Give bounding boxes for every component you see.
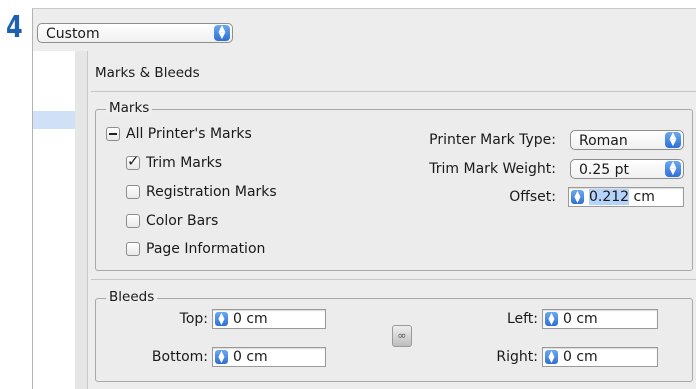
marks-group-label: Marks bbox=[106, 100, 153, 116]
trim-marks-label: Trim Marks bbox=[146, 155, 223, 171]
group-divider bbox=[91, 279, 696, 280]
stepper-arrows-icon[interactable]: ▲ ▼ bbox=[545, 312, 558, 326]
unchecked-box-icon bbox=[126, 214, 140, 228]
trim-mark-weight-popup[interactable]: 0.25 pt ▲ ▼ bbox=[570, 159, 684, 179]
chain-link-icon[interactable]: ∞ bbox=[392, 325, 412, 347]
offset-value: 0.212 bbox=[589, 189, 630, 205]
color-bars-label: Color Bars bbox=[146, 213, 219, 229]
all-printers-marks-label: All Printer's Marks bbox=[126, 126, 252, 142]
bleed-right-label: Right: bbox=[496, 349, 538, 365]
offset-field[interactable]: ▲ ▼ 0.212 cm bbox=[568, 187, 684, 207]
title-divider bbox=[91, 91, 696, 92]
popup-arrows-icon: ▲ ▼ bbox=[665, 132, 681, 148]
printer-mark-type-label: Printer Mark Type: bbox=[429, 132, 556, 148]
all-printers-marks-checkbox[interactable]: All Printer's Marks bbox=[106, 126, 252, 142]
bleed-top-field[interactable]: ▲ ▼ 0 cm bbox=[212, 309, 326, 329]
page-information-label: Page Information bbox=[146, 241, 266, 257]
bleed-top-value: 0 cm bbox=[233, 311, 268, 327]
bleeds-group-label: Bleeds bbox=[106, 289, 158, 305]
printer-mark-type-value: Roman bbox=[579, 133, 628, 149]
trim-mark-weight-value: 0.25 pt bbox=[579, 162, 629, 178]
popup-arrows-icon: ▲ ▼ bbox=[665, 161, 681, 177]
marks-and-bleeds-panel: Marks & Bleeds Marks All Printer's Marks… bbox=[91, 51, 696, 389]
bleed-bottom-field[interactable]: ▲ ▼ 0 cm bbox=[212, 347, 326, 367]
print-dialog: Custom ▲ ▼ Marks & Bleeds Marks All Print… bbox=[32, 8, 696, 389]
bleed-left-field[interactable]: ▲ ▼ 0 cm bbox=[542, 309, 658, 329]
preset-popup[interactable]: Custom ▲ ▼ bbox=[37, 23, 233, 43]
mixed-state-icon bbox=[106, 127, 120, 141]
bleeds-group: Bleeds Top: ▲ ▼ 0 cm Bottom: ▲ ▼ 0 cm ∞ Le… bbox=[95, 289, 693, 382]
checkmark-icon bbox=[126, 153, 140, 170]
trim-marks-checkbox[interactable]: Trim Marks bbox=[126, 153, 223, 171]
panel-title: Marks & Bleeds bbox=[95, 65, 200, 81]
registration-marks-label: Registration Marks bbox=[146, 184, 277, 200]
step-number: 4 bbox=[6, 10, 23, 45]
trim-mark-weight-label: Trim Mark Weight: bbox=[429, 161, 556, 177]
bleed-left-value: 0 cm bbox=[563, 311, 598, 327]
bleed-top-label: Top: bbox=[179, 311, 208, 327]
selected-category-row[interactable] bbox=[33, 111, 75, 129]
category-list bbox=[33, 51, 88, 389]
unchecked-box-icon bbox=[126, 242, 140, 256]
offset-unit: cm bbox=[629, 189, 655, 205]
popup-arrows-icon: ▲ ▼ bbox=[214, 25, 230, 41]
bleed-left-label: Left: bbox=[506, 311, 538, 327]
printer-mark-type-popup[interactable]: Roman ▲ ▼ bbox=[570, 130, 684, 150]
stepper-arrows-icon[interactable]: ▲ ▼ bbox=[571, 190, 584, 204]
preset-value: Custom bbox=[46, 26, 100, 42]
offset-label: Offset: bbox=[509, 189, 556, 205]
bleed-bottom-label: Bottom: bbox=[151, 349, 208, 365]
list-scroll-strip bbox=[75, 51, 88, 389]
stepper-arrows-icon[interactable]: ▲ ▼ bbox=[545, 350, 558, 364]
bleed-bottom-value: 0 cm bbox=[233, 349, 268, 365]
registration-marks-checkbox[interactable]: Registration Marks bbox=[126, 184, 277, 200]
bleed-right-value: 0 cm bbox=[563, 349, 598, 365]
color-bars-checkbox[interactable]: Color Bars bbox=[126, 213, 218, 229]
unchecked-box-icon bbox=[126, 185, 140, 199]
marks-group: Marks All Printer's Marks Trim Marks Reg… bbox=[95, 100, 693, 271]
stepper-arrows-icon[interactable]: ▲ ▼ bbox=[215, 312, 228, 326]
page-information-checkbox[interactable]: Page Information bbox=[126, 241, 265, 257]
stepper-arrows-icon[interactable]: ▲ ▼ bbox=[215, 350, 228, 364]
bleed-right-field[interactable]: ▲ ▼ 0 cm bbox=[542, 347, 658, 367]
